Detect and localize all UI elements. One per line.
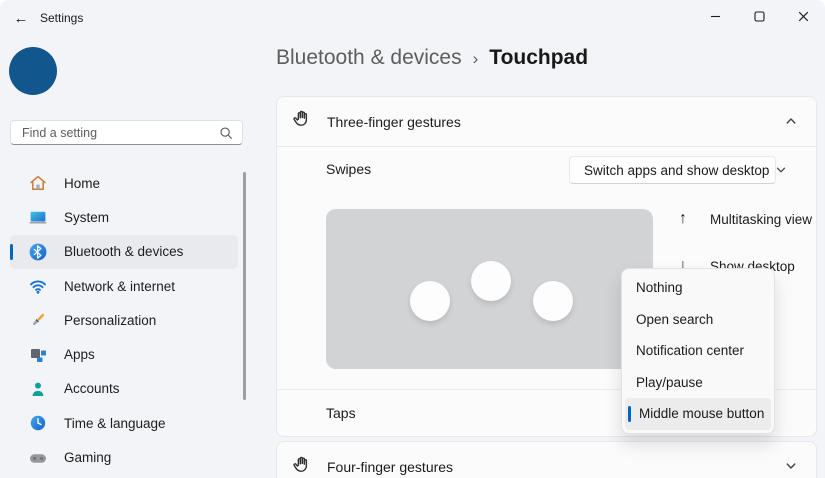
chevron-down-icon[interactable] bbox=[784, 459, 798, 478]
search-box bbox=[10, 120, 243, 145]
sidebar-item-label: Accounts bbox=[64, 381, 120, 397]
menu-item-notification-center[interactable]: Notification center bbox=[622, 335, 774, 367]
sidebar-item-label: Apps bbox=[64, 347, 95, 363]
sidebar-item-home[interactable]: Home bbox=[10, 166, 238, 200]
selected-indicator bbox=[10, 243, 13, 260]
four-finger-gestures-header[interactable]: Four-finger gestures bbox=[277, 442, 816, 478]
three-finger-gestures-header[interactable]: Three-finger gestures bbox=[277, 97, 816, 147]
swipes-dropdown-value: Switch apps and show desktop bbox=[584, 162, 770, 178]
user-avatar[interactable] bbox=[9, 47, 57, 95]
sidebar-item-accounts[interactable]: Accounts bbox=[10, 372, 238, 406]
four-finger-gestures-card: Four-finger gestures bbox=[276, 441, 817, 478]
sidebar-scrollbar[interactable] bbox=[243, 172, 246, 400]
network-icon bbox=[28, 276, 48, 296]
minimize-icon bbox=[710, 15, 720, 17]
swipes-label: Swipes bbox=[326, 161, 372, 177]
system-icon bbox=[28, 207, 48, 227]
section-title: Three-finger gestures bbox=[327, 113, 461, 130]
section-title: Four-finger gestures bbox=[327, 459, 454, 475]
sidebar-item-system[interactable]: System bbox=[10, 200, 238, 234]
sidebar-item-apps[interactable]: Apps bbox=[10, 337, 238, 371]
bluetooth-icon bbox=[28, 242, 48, 262]
hand-gesture-icon bbox=[291, 108, 313, 135]
taps-dropdown-menu: Nothing Open search Notification center … bbox=[621, 268, 775, 434]
page-title: Touchpad bbox=[489, 46, 589, 69]
menu-item-middle-mouse-button[interactable]: Middle mouse button bbox=[625, 398, 771, 430]
minimize-button[interactable] bbox=[693, 0, 737, 32]
menu-item-play-pause[interactable]: Play/pause bbox=[622, 367, 774, 399]
breadcrumb-separator-icon: › bbox=[472, 49, 479, 68]
swipes-dropdown[interactable]: Switch apps and show desktop bbox=[569, 156, 786, 184]
sidebar-item-label: System bbox=[64, 209, 110, 225]
breadcrumb-parent[interactable]: Bluetooth & devices bbox=[276, 46, 462, 70]
finger-dot bbox=[410, 281, 450, 321]
maximize-icon bbox=[753, 10, 765, 22]
swipe-action-label: Multitasking view bbox=[710, 211, 813, 227]
chevron-down-icon bbox=[775, 164, 787, 176]
back-arrow-icon: ← bbox=[13, 9, 29, 27]
touchpad-illustration bbox=[326, 209, 653, 369]
sidebar-item-bluetooth-devices[interactable]: Bluetooth & devices bbox=[10, 234, 238, 269]
sidebar-item-label: Bluetooth & devices bbox=[64, 244, 184, 260]
maximize-button[interactable] bbox=[737, 0, 781, 32]
settings-window: ← Settings Home bbox=[0, 0, 825, 478]
home-icon bbox=[28, 173, 48, 193]
menu-item-nothing[interactable]: Nothing bbox=[622, 272, 774, 304]
sidebar-item-time-language[interactable]: Time & language bbox=[10, 406, 238, 440]
sidebar-item-label: Time & language bbox=[64, 415, 166, 431]
sidebar-item-label: Home bbox=[64, 175, 101, 191]
menu-item-label: Middle mouse button bbox=[639, 406, 765, 422]
sidebar-item-label: Gaming bbox=[64, 450, 112, 466]
apps-icon bbox=[28, 345, 48, 365]
menu-item-open-search[interactable]: Open search bbox=[622, 304, 774, 336]
hand-gesture-icon bbox=[291, 454, 313, 478]
window-title: Settings bbox=[40, 11, 84, 25]
time-language-icon bbox=[28, 413, 48, 433]
taps-label: Taps bbox=[326, 405, 356, 421]
window-controls bbox=[693, 0, 825, 36]
close-icon bbox=[798, 11, 808, 21]
titlebar: ← Settings bbox=[0, 0, 825, 36]
gaming-icon bbox=[28, 448, 48, 468]
chevron-up-icon[interactable] bbox=[784, 114, 798, 133]
search-icon bbox=[218, 125, 234, 146]
sidebar-item-label: Personalization bbox=[64, 312, 157, 328]
sidebar-item-personalization[interactable]: Personalization bbox=[10, 303, 238, 337]
swipe-action-up: ↑ Multitasking view bbox=[679, 210, 812, 228]
finger-dot bbox=[533, 281, 573, 321]
up-arrow-icon: ↑ bbox=[679, 210, 687, 227]
search-input[interactable] bbox=[11, 121, 242, 144]
sidebar-nav: Home System Bluetooth & devices Network … bbox=[10, 166, 238, 475]
breadcrumb: Bluetooth & devices › Touchpad bbox=[276, 46, 588, 70]
personalization-icon bbox=[28, 310, 48, 330]
sidebar-item-gaming[interactable]: Gaming bbox=[10, 440, 238, 474]
close-button[interactable] bbox=[781, 0, 825, 32]
sidebar-item-label: Network & internet bbox=[64, 278, 176, 294]
selected-indicator bbox=[628, 405, 631, 422]
accounts-icon bbox=[28, 379, 48, 399]
finger-dot bbox=[471, 261, 511, 301]
sidebar-item-network-internet[interactable]: Network & internet bbox=[10, 269, 238, 303]
back-button[interactable]: ← bbox=[8, 5, 34, 31]
